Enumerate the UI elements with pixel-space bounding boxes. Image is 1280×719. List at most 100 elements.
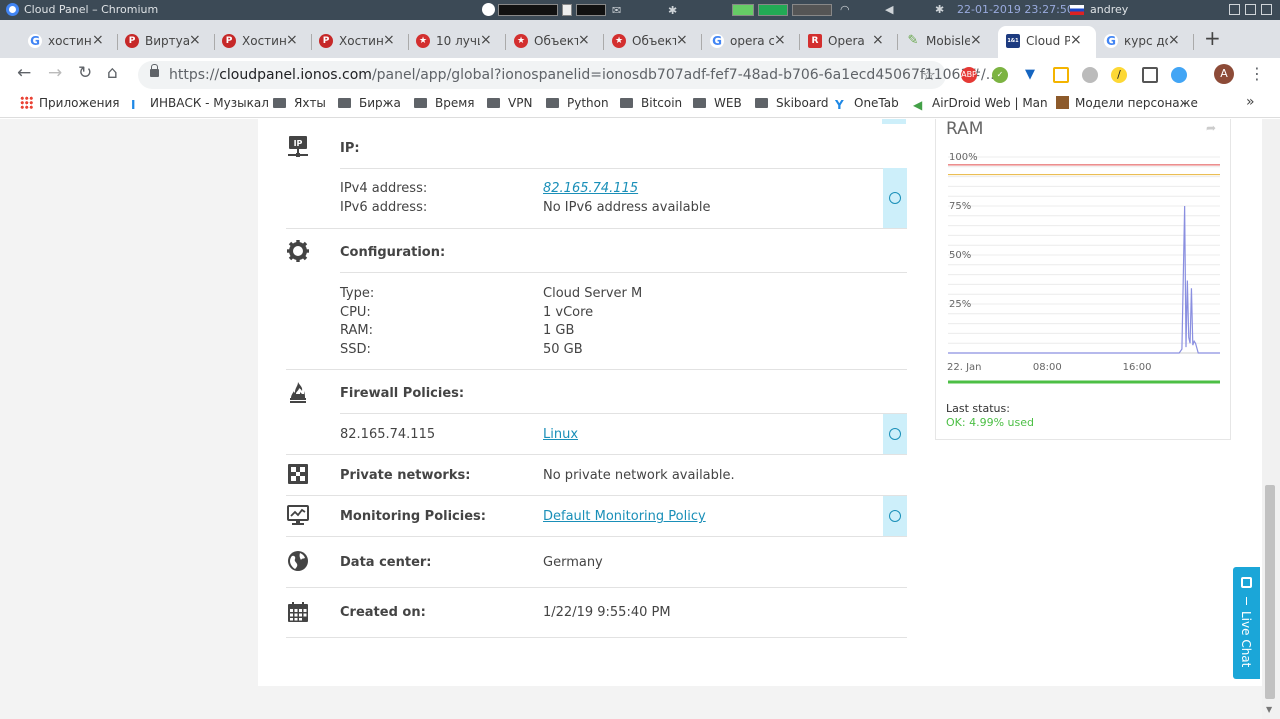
tab-item[interactable]: P Хостин × (214, 26, 312, 58)
more-bookmarks-icon[interactable]: » (1246, 94, 1255, 110)
close-tab-icon[interactable]: × (872, 32, 884, 48)
bookmark-item[interactable]: Bitcoin (620, 96, 682, 110)
globe-extension-icon[interactable] (1082, 67, 1098, 83)
divider (340, 272, 907, 273)
edit-button-partial[interactable] (882, 119, 906, 124)
tab-item[interactable]: ★ 10 лучш× (408, 26, 506, 58)
bluetooth-icon[interactable]: ✱ (668, 4, 677, 17)
russian-flag-icon[interactable] (1070, 5, 1084, 15)
close-tab-icon[interactable]: × (480, 32, 492, 48)
folder-extension-icon[interactable] (1053, 67, 1069, 83)
close-tab-icon[interactable]: × (92, 32, 104, 48)
y-tick-label: 50% (949, 250, 971, 261)
new-tab-button[interactable]: + (1204, 26, 1221, 50)
bookmark-item[interactable]: I ИНВАСК - Музыкал (131, 96, 269, 112)
bookmark-item[interactable]: Приложения (20, 96, 120, 110)
close-tab-icon[interactable]: × (970, 32, 982, 48)
ipv4-link[interactable]: 82.165.74.115 (543, 181, 638, 196)
close-tab-icon[interactable]: × (1070, 32, 1082, 48)
volume-icon[interactable]: ◀ (885, 3, 893, 16)
bookmark-label: Модели персонаже (1075, 96, 1198, 110)
bookmark-item[interactable]: Яхты (273, 96, 326, 110)
bookmark-item[interactable]: Биржа (338, 96, 401, 110)
home-button[interactable]: ⌂ (107, 63, 118, 83)
share-arrow-icon[interactable]: ➦ (1206, 121, 1216, 135)
url-path: /panel/app/global?ionospanelid=ionosdb70… (371, 67, 1000, 83)
scroll-down-arrow-icon[interactable]: ▼ (1266, 705, 1272, 714)
screen: Cloud Panel – Chromium ✉ ✱ ◠ ◀ ✱ 22-01-2… (0, 0, 1280, 719)
tab-item[interactable]: R Opera × (800, 26, 898, 58)
firewall-policy-link[interactable]: Linux (543, 427, 578, 442)
tab-separator (1193, 34, 1194, 50)
lock-icon[interactable] (150, 64, 159, 77)
edit-icon (889, 510, 901, 522)
bookmark-item[interactable]: ◀ AirDroid Web | Man (913, 96, 1048, 112)
shield-extension-icon[interactable]: ✓ (992, 67, 1008, 83)
forward-button[interactable]: → (48, 63, 62, 83)
close-tab-icon[interactable]: × (1168, 32, 1180, 48)
vpn-extension-icon[interactable]: ▼ (1022, 67, 1038, 83)
screenshot-extension-icon[interactable] (1142, 67, 1158, 83)
tab-item[interactable]: Gхостин × (20, 26, 118, 58)
scrollbar-thumb[interactable] (1265, 485, 1275, 699)
bookmark-item[interactable]: Модели персонаже (1056, 96, 1198, 110)
back-button[interactable]: ← (17, 63, 31, 83)
type-value: Cloud Server M (543, 286, 643, 301)
bluetooth-tray-icon[interactable]: ✱ (935, 3, 944, 16)
bookmark-item[interactable]: WEB (693, 96, 742, 110)
airdroid-extension-icon[interactable] (1171, 67, 1187, 83)
edit-firewall-button[interactable] (883, 414, 907, 454)
bookmark-item[interactable]: Время (414, 96, 475, 110)
tab-item[interactable]: P Хостин × (311, 26, 409, 58)
close-window-icon[interactable] (1261, 4, 1272, 15)
adblock-plus-icon[interactable]: ABP (961, 67, 977, 83)
bookmark-item[interactable]: Python (546, 96, 609, 110)
bookmark-item[interactable]: Y OneTab (835, 96, 899, 112)
tab-item[interactable]: Gopera с × (702, 26, 800, 58)
meter-icon (792, 4, 832, 16)
url-text[interactable]: https://cloudpanel.ionos.com/panel/app/g… (169, 67, 999, 83)
created-title: Created on: (340, 605, 426, 620)
mail-icon[interactable]: ✉ (612, 4, 621, 17)
page-scrollbar[interactable]: ▼ (1262, 119, 1280, 719)
profile-avatar[interactable]: A (1214, 64, 1234, 84)
ram-usage-chart: 100% 75% 50% 25% 22. Jan 08:00 16:00 (947, 152, 1220, 384)
network-meter-icon (758, 4, 788, 16)
meter-icon (562, 4, 572, 16)
edit-ip-button[interactable] (883, 168, 907, 228)
clock[interactable]: 22-01-2019 23:27:50 (957, 3, 1074, 16)
tab-item[interactable]: ★ Объект × (604, 26, 702, 58)
close-tab-icon[interactable]: × (676, 32, 688, 48)
close-tab-icon[interactable]: × (578, 32, 590, 48)
tab-item[interactable]: 1&1 Cloud P × (998, 26, 1096, 58)
keep-extension-icon[interactable]: / (1111, 67, 1127, 83)
url-host: cloudpanel.ionos.com (219, 67, 372, 83)
tab-item[interactable]: ★ Объект × (506, 26, 604, 58)
close-tab-icon[interactable]: × (383, 32, 395, 48)
close-tab-icon[interactable]: × (286, 32, 298, 48)
ipv6-label: IPv6 address: (340, 200, 428, 215)
divider (340, 168, 907, 169)
ram-monitoring-panel: RAM ➦ 100% 75% 50% 25% 22. Jan 08:00 16:00 Las… (935, 119, 1231, 440)
tab-item[interactable]: Gкурс до × (1096, 26, 1194, 58)
reload-button[interactable]: ↻ (78, 63, 92, 83)
monitoring-policy-link[interactable]: Default Monitoring Policy (543, 509, 706, 524)
address-bar[interactable]: https://cloudpanel.ionos.com/panel/app/g… (138, 61, 999, 89)
minimize-icon[interactable] (1229, 4, 1240, 15)
bookmark-star-icon[interactable]: ☆ (922, 65, 936, 84)
close-tab-icon[interactable]: × (189, 32, 201, 48)
edit-monitoring-button[interactable] (883, 496, 907, 536)
close-tab-icon[interactable]: × (774, 32, 786, 48)
tab-item[interactable]: ✎ Mobisle × (898, 26, 996, 58)
section-divider (286, 454, 907, 455)
tab-title: opera с (730, 34, 774, 48)
bookmark-item[interactable]: Skiboard (755, 96, 829, 110)
wifi-icon[interactable]: ◠ (840, 3, 850, 16)
username[interactable]: andrey (1090, 3, 1128, 16)
tab-item[interactable]: P Виртуа × (117, 26, 215, 58)
maximize-icon[interactable] (1245, 4, 1256, 15)
configuration-section: Configuration: Type: Cloud Server M CPU:… (286, 237, 907, 369)
bookmark-item[interactable]: VPN (487, 96, 532, 110)
live-chat-button[interactable]: Live Chat (1233, 567, 1260, 679)
browser-menu-icon[interactable]: ⋮ (1249, 64, 1265, 83)
